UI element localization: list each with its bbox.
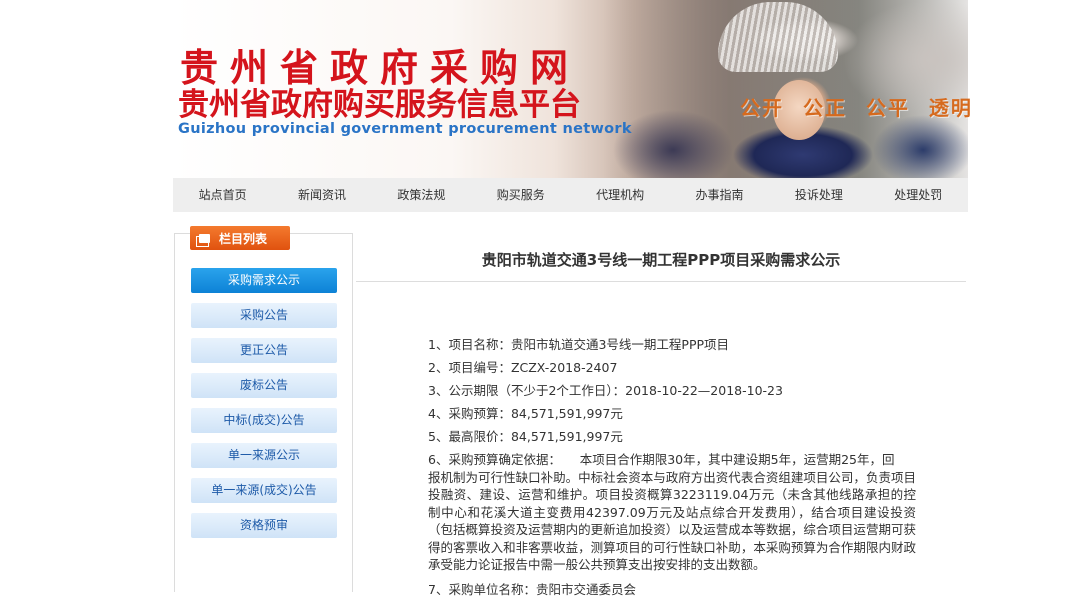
sidebar-item-cancellation-notice[interactable]: 废标公告 xyxy=(191,373,337,398)
site-slogan: 公开 公正 公平 透明 xyxy=(740,92,983,121)
article-line-purchaser: 7、采购单位名称：贵阳市交通委员会 xyxy=(428,581,636,597)
nav-item-agencies[interactable]: 代理机构 xyxy=(571,178,670,212)
sidebar-item-requirement-notice[interactable]: 采购需求公示 xyxy=(191,268,337,293)
sidebar-menu: 采购需求公示 采购公告 更正公告 废标公告 中标(成交)公告 单一来源公示 单一… xyxy=(191,268,337,548)
article-title: 贵阳市轨道交通3号线一期工程PPP项目采购需求公示 xyxy=(481,251,841,269)
site-title-en: Guizhou provincial government procuremen… xyxy=(178,121,632,137)
nav-item-penalties[interactable]: 处理处罚 xyxy=(869,178,968,212)
sidebar-item-prequalification[interactable]: 资格预审 xyxy=(191,513,337,538)
sidebar-heading: 栏目列表 xyxy=(190,226,290,250)
article-line: 2、项目编号：ZCZX-2018-2407 xyxy=(428,360,618,375)
title-divider xyxy=(356,281,966,282)
sidebar-heading-label: 栏目列表 xyxy=(219,231,268,246)
main-nav: 站点首页 新闻资讯 政策法规 购买服务 代理机构 办事指南 投诉处理 处理处罚 xyxy=(173,178,968,212)
nav-item-complaints[interactable]: 投诉处理 xyxy=(769,178,868,212)
paragraph-body: 报机制为可行性缺口补助。中标社会资本与政府方出资代表合资组建项目公司，负责项目投… xyxy=(428,469,916,573)
sidebar-item-single-source-notice[interactable]: 单一来源公示 xyxy=(191,443,337,468)
sidebar-item-procurement-notice[interactable]: 采购公告 xyxy=(191,303,337,328)
article-paragraph-basis: 6、采购预算确定依据： 本项目合作期限30年，其中建设期5年，运营期25年，回 … xyxy=(428,451,916,574)
sidebar-item-single-source-award[interactable]: 单一来源(成交)公告 xyxy=(191,478,337,503)
article-line: 3、公示期限（不少于2个工作日）：2018-10-22—2018-10-23 xyxy=(428,383,783,398)
site-subtitle-cn: 贵州省政府购买服务信息平台 xyxy=(178,87,581,123)
article-line: 4、采购预算：84,571,591,997元 xyxy=(428,406,623,421)
sidebar-item-award-notice[interactable]: 中标(成交)公告 xyxy=(191,408,337,433)
nav-item-policy[interactable]: 政策法规 xyxy=(372,178,471,212)
paragraph-first-line: 6、采购预算确定依据： 本项目合作期限30年，其中建设期5年，运营期25年，回 xyxy=(428,452,895,467)
article-body: 1、项目名称：贵阳市轨道交通3号线一期工程PPP项目 2、项目编号：ZCZX-2… xyxy=(428,333,916,601)
slogan-word: 公正 xyxy=(802,96,847,120)
slogan-word: 公平 xyxy=(865,96,910,120)
article-line: 5、最高限价：84,571,591,997元 xyxy=(428,429,623,444)
slogan-word: 透明 xyxy=(928,96,973,120)
nav-item-news[interactable]: 新闻资讯 xyxy=(272,178,371,212)
site-title-cn: 贵州省政府采购网 xyxy=(180,45,581,90)
nav-item-guide[interactable]: 办事指南 xyxy=(670,178,769,212)
nav-item-purchase-services[interactable]: 购买服务 xyxy=(471,178,570,212)
sidebar-item-correction-notice[interactable]: 更正公告 xyxy=(191,338,337,363)
article-line: 1、项目名称：贵阳市轨道交通3号线一期工程PPP项目 xyxy=(428,337,730,352)
folder-icon xyxy=(196,233,210,247)
slogan-word: 公开 xyxy=(740,96,784,120)
nav-item-home[interactable]: 站点首页 xyxy=(173,178,272,212)
